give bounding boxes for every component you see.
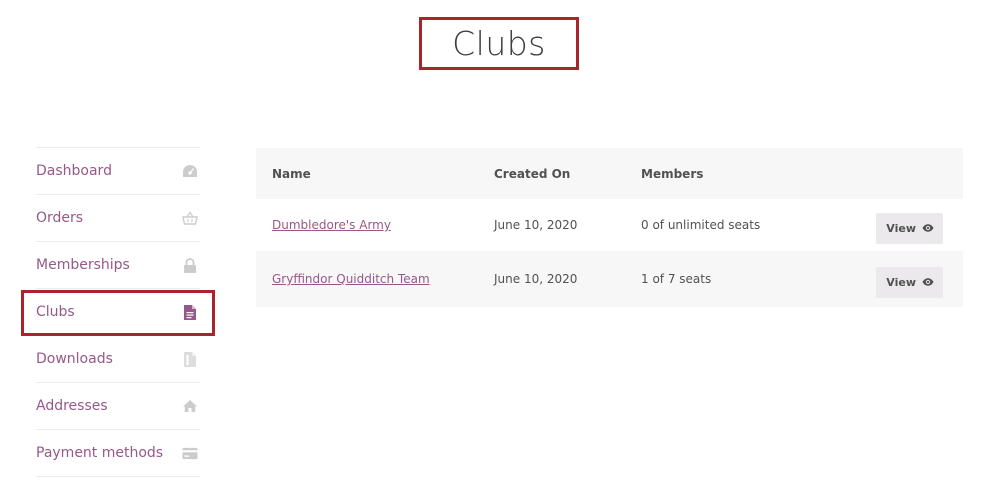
lock-icon	[182, 257, 198, 273]
table-row: Dumbledore's Army June 10, 2020 0 of unl…	[256, 199, 963, 251]
view-club-button[interactable]: View	[876, 266, 943, 298]
sidebar-item-dashboard[interactable]: Dashboard	[36, 148, 200, 195]
actions-cell: View	[869, 199, 963, 251]
document-icon	[182, 304, 198, 320]
eye-icon	[922, 278, 934, 286]
sidebar-item-clubs[interactable]: Clubs	[36, 289, 200, 336]
column-header-created-on: Created On	[494, 166, 571, 181]
file-download-icon	[182, 351, 198, 367]
column-header-members: Members	[641, 166, 704, 181]
clubs-table-container: Name Created On Members Dumbledore's Arm…	[256, 148, 963, 307]
sidebar-item-orders[interactable]: Orders	[36, 195, 200, 242]
column-header-name: Name	[272, 166, 311, 181]
page-title-highlight: Clubs	[419, 17, 579, 70]
club-name-link[interactable]: Gryffindor Quidditch Team	[272, 272, 430, 286]
sidebar-item-label: Addresses	[36, 398, 108, 414]
sidebar-item-label: Dashboard	[36, 163, 112, 179]
view-club-button[interactable]: View	[876, 212, 943, 244]
sidebar-item-label: Clubs	[36, 304, 75, 320]
created-on-cell: June 10, 2020	[494, 272, 578, 286]
column-header-actions	[869, 148, 963, 199]
club-name-cell: Dumbledore's Army	[256, 199, 494, 251]
basket-icon	[182, 210, 198, 226]
sidebar-item-addresses[interactable]: Addresses	[36, 383, 200, 430]
sidebar-item-memberships[interactable]: Memberships	[36, 242, 200, 289]
sidebar-item-downloads[interactable]: Downloads	[36, 336, 200, 383]
clubs-table: Name Created On Members Dumbledore's Arm…	[256, 148, 963, 307]
credit-card-icon	[182, 445, 198, 461]
table-row: Gryffindor Quidditch Team June 10, 2020 …	[256, 251, 963, 307]
sidebar-item-label: Orders	[36, 210, 84, 226]
actions-cell: View	[869, 251, 963, 307]
sidebar-item-label: Memberships	[36, 257, 130, 273]
eye-icon	[922, 224, 934, 232]
sidebar-item-label: Payment methods	[36, 445, 164, 461]
sidebar-item-payment-methods[interactable]: Payment methods	[36, 430, 200, 477]
club-name-cell: Gryffindor Quidditch Team	[256, 251, 494, 307]
club-name-link[interactable]: Dumbledore's Army	[272, 218, 391, 232]
members-cell: 1 of 7 seats	[641, 272, 712, 286]
sidebar-item-label: Downloads	[36, 351, 113, 367]
dashboard-gauge-icon	[182, 163, 198, 179]
members-cell: 0 of unlimited seats	[641, 218, 761, 232]
account-navigation: Dashboard Orders Memberships Clubs Downl…	[36, 147, 200, 477]
table-header-row: Name Created On Members	[256, 148, 963, 199]
home-icon	[182, 398, 198, 414]
view-button-label: View	[886, 275, 916, 289]
view-button-label: View	[886, 221, 916, 235]
created-on-cell: June 10, 2020	[494, 218, 578, 232]
page-title: Clubs	[452, 24, 546, 63]
